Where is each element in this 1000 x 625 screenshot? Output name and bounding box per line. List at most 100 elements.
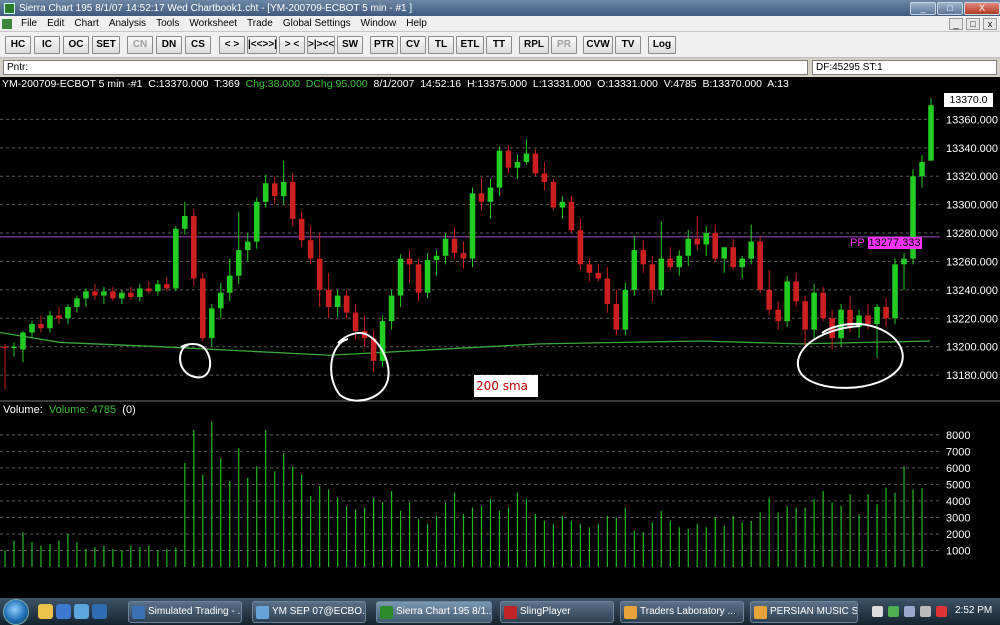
candle-body — [523, 153, 530, 163]
candle-body — [442, 238, 449, 256]
volume-tick-label: 2000 — [946, 529, 970, 541]
candle-body — [271, 183, 278, 197]
firefox-icon — [754, 606, 767, 619]
toolbar-button-scroll-end[interactable]: >|><< — [307, 36, 335, 54]
candle-body — [505, 150, 512, 168]
toolbar-button-rpl[interactable]: RPL — [519, 36, 549, 54]
candle-body — [415, 264, 422, 293]
time-tick-label: 10:15 — [359, 573, 387, 574]
candle-body — [604, 278, 611, 305]
chart-close-button[interactable]: x — [983, 17, 997, 30]
tray-expand-icon[interactable] — [872, 606, 883, 617]
show-desktop-icon[interactable] — [38, 604, 53, 619]
candle-body — [739, 258, 745, 268]
toolbar-button-zoom-out[interactable]: > < — [279, 36, 305, 54]
time-axis[interactable]: 15 7:35 7:55 8:15 8:35 8:55 9:15 9:35 9:55 10:15 1… — [0, 568, 1000, 574]
candle-body — [226, 275, 233, 293]
menu-global-settings[interactable]: Global Settings — [278, 18, 356, 29]
sma-text-annotation: 200 sma — [474, 375, 538, 397]
toolbar-button-etl[interactable]: ETL — [456, 36, 484, 54]
clock[interactable]: 2:52 PM — [955, 605, 992, 616]
candle-body — [56, 315, 62, 319]
candle-body — [748, 241, 754, 259]
candle-body — [784, 281, 790, 322]
candle-body — [640, 250, 647, 265]
close-button[interactable]: X — [964, 1, 1000, 15]
candle-body — [532, 153, 539, 174]
candle-body — [658, 258, 665, 290]
windows-taskbar: Simulated Trading - ... YM SEP 07@ECBO..… — [0, 598, 1000, 625]
chart-window-icon[interactable] — [2, 18, 12, 29]
toolbar-button-oc[interactable]: OC — [63, 36, 89, 54]
taskbar-item-sierra-chart[interactable]: Sierra Chart 195 8/1... — [376, 601, 492, 623]
toolbar-button-tv[interactable]: TV — [615, 36, 641, 54]
toolbar-button-cvw[interactable]: CVW — [583, 36, 613, 54]
toolbar-button-ptr[interactable]: PTR — [370, 36, 398, 54]
candle-body — [487, 187, 494, 202]
candle-body — [496, 150, 503, 188]
toolbar-button-cv[interactable]: CV — [400, 36, 426, 54]
taskbar-item-slingplayer[interactable]: SlingPlayer — [500, 601, 614, 623]
candle-body — [730, 247, 737, 268]
price-axis[interactable]: 13180.000 13200.000 13220.000 13240.000 1326… — [946, 114, 998, 557]
tray-alert-icon[interactable] — [936, 606, 947, 617]
volume-tick-label: 6000 — [946, 463, 970, 475]
taskbar-item-simulated-trading[interactable]: Simulated Trading - ... — [128, 601, 242, 623]
taskbar-item-ym-quote[interactable]: YM SEP 07@ECBO... — [252, 601, 366, 623]
tray-app-icon[interactable] — [888, 606, 899, 617]
candle-body — [667, 258, 674, 268]
time-tick-label: 15 — [2, 573, 14, 574]
toolbar-button-set[interactable]: SET — [92, 36, 120, 54]
menu-tools[interactable]: Tools — [151, 18, 184, 29]
toolbar-button-cn[interactable]: CN — [127, 36, 153, 54]
candle-body — [164, 284, 170, 289]
taskbar-item-traders-laboratory[interactable]: Traders Laboratory ... — [620, 601, 744, 623]
candle-body — [182, 216, 188, 229]
toolbar-button-cs[interactable]: CS — [185, 36, 211, 54]
candle-body — [712, 233, 719, 259]
menu-help[interactable]: Help — [401, 18, 432, 29]
chart-canvas[interactable]: 13180.000 13200.000 13220.000 13240.000 1326… — [0, 77, 1000, 574]
toolbar-button-dn[interactable]: DN — [156, 36, 182, 54]
candle-body — [478, 193, 485, 202]
toolbar-button-sw[interactable]: SW — [337, 36, 363, 54]
maximize-button[interactable]: □ — [937, 1, 963, 15]
toolbar-button-pr[interactable]: PR — [551, 36, 577, 54]
chart-minimize-button[interactable]: _ — [949, 17, 963, 30]
toolbar-button-zoom-in[interactable]: < > — [219, 36, 245, 54]
chart-restore-button[interactable]: □ — [966, 17, 980, 30]
menu-analysis[interactable]: Analysis — [104, 18, 151, 29]
network-icon[interactable] — [904, 606, 915, 617]
candle-body — [928, 105, 934, 161]
candle-body — [47, 315, 53, 329]
menu-edit[interactable]: Edit — [42, 18, 69, 29]
volume-icon[interactable] — [920, 606, 931, 617]
menu-worksheet[interactable]: Worksheet — [184, 18, 242, 29]
taskbar-item-persian-music[interactable]: PERSIAN MUSIC ST... — [750, 601, 858, 623]
toolbar-button-hc[interactable]: HC — [5, 36, 31, 54]
taskbar-item-label: Traders Laboratory ... — [640, 606, 736, 617]
menu-file[interactable]: File — [16, 18, 42, 29]
start-button[interactable] — [3, 599, 29, 625]
menu-trade[interactable]: Trade — [242, 18, 278, 29]
toolbar-button-log[interactable]: Log — [648, 36, 676, 54]
menu-chart[interactable]: Chart — [69, 18, 103, 29]
toolbar-button-tl[interactable]: TL — [428, 36, 454, 54]
toolbar-button-tt[interactable]: TT — [486, 36, 512, 54]
menu-window[interactable]: Window — [356, 18, 402, 29]
internet-explorer-icon[interactable] — [56, 604, 71, 619]
toolbar-button-zoom-fit[interactable]: |<<>>| — [247, 36, 277, 54]
toolbar-button-ic[interactable]: IC — [34, 36, 60, 54]
taskbar-item-label: Sierra Chart 195 8/1... — [396, 606, 492, 617]
price-tick-label: 13360.000 — [946, 114, 998, 126]
time-tick-label: 8:55 — [196, 573, 217, 574]
status-bid: B:13370.000 — [702, 78, 763, 90]
switch-windows-icon[interactable] — [74, 604, 89, 619]
price-tick-label: 13340.000 — [946, 143, 998, 155]
chart-area[interactable]: 13180.000 13200.000 13220.000 13240.000 1326… — [0, 77, 1000, 574]
minimize-button[interactable]: _ — [910, 1, 936, 15]
window-icon — [132, 606, 145, 619]
quick-launch-icon[interactable] — [92, 604, 107, 619]
volume-study-extra: (0) — [122, 404, 136, 416]
time-tick-label: 10:35 — [399, 573, 427, 574]
